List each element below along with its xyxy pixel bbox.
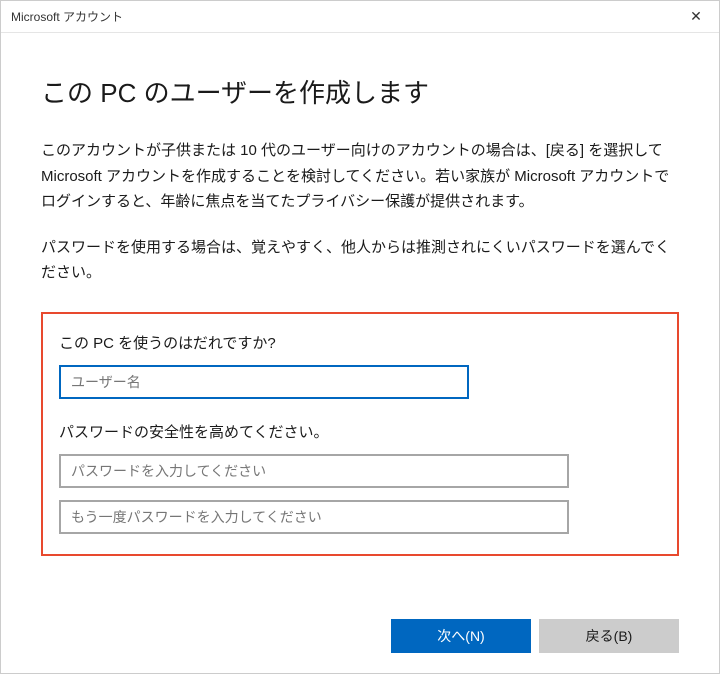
- close-button[interactable]: ✕: [673, 1, 719, 33]
- password-label: パスワードの安全性を高めてください。: [59, 421, 661, 442]
- window-title: Microsoft アカウント: [11, 8, 123, 25]
- username-label: この PC を使うのはだれですか?: [59, 332, 661, 353]
- next-button[interactable]: 次へ(N): [391, 619, 531, 653]
- password-confirm-input[interactable]: [59, 500, 569, 534]
- username-input[interactable]: [59, 365, 469, 399]
- titlebar: Microsoft アカウント ✕: [1, 1, 719, 33]
- dialog-window: Microsoft アカウント ✕ この PC のユーザーを作成します このアカ…: [0, 0, 720, 674]
- page-heading: この PC のユーザーを作成します: [41, 73, 679, 110]
- description-paragraph-1: このアカウントが子供または 10 代のユーザー向けのアカウントの場合は、[戻る]…: [41, 138, 679, 215]
- dialog-footer: 次へ(N) 戻る(B): [1, 599, 719, 673]
- dialog-content: この PC のユーザーを作成します このアカウントが子供または 10 代のユーザ…: [1, 33, 719, 599]
- username-section: この PC を使うのはだれですか?: [59, 332, 661, 399]
- password-input[interactable]: [59, 454, 569, 488]
- form-highlight-box: この PC を使うのはだれですか? パスワードの安全性を高めてください。: [41, 312, 679, 556]
- password-section: パスワードの安全性を高めてください。: [59, 421, 661, 534]
- close-icon: ✕: [690, 8, 702, 25]
- description-paragraph-2: パスワードを使用する場合は、覚えやすく、他人からは推測されにくいパスワードを選ん…: [41, 235, 679, 286]
- back-button[interactable]: 戻る(B): [539, 619, 679, 653]
